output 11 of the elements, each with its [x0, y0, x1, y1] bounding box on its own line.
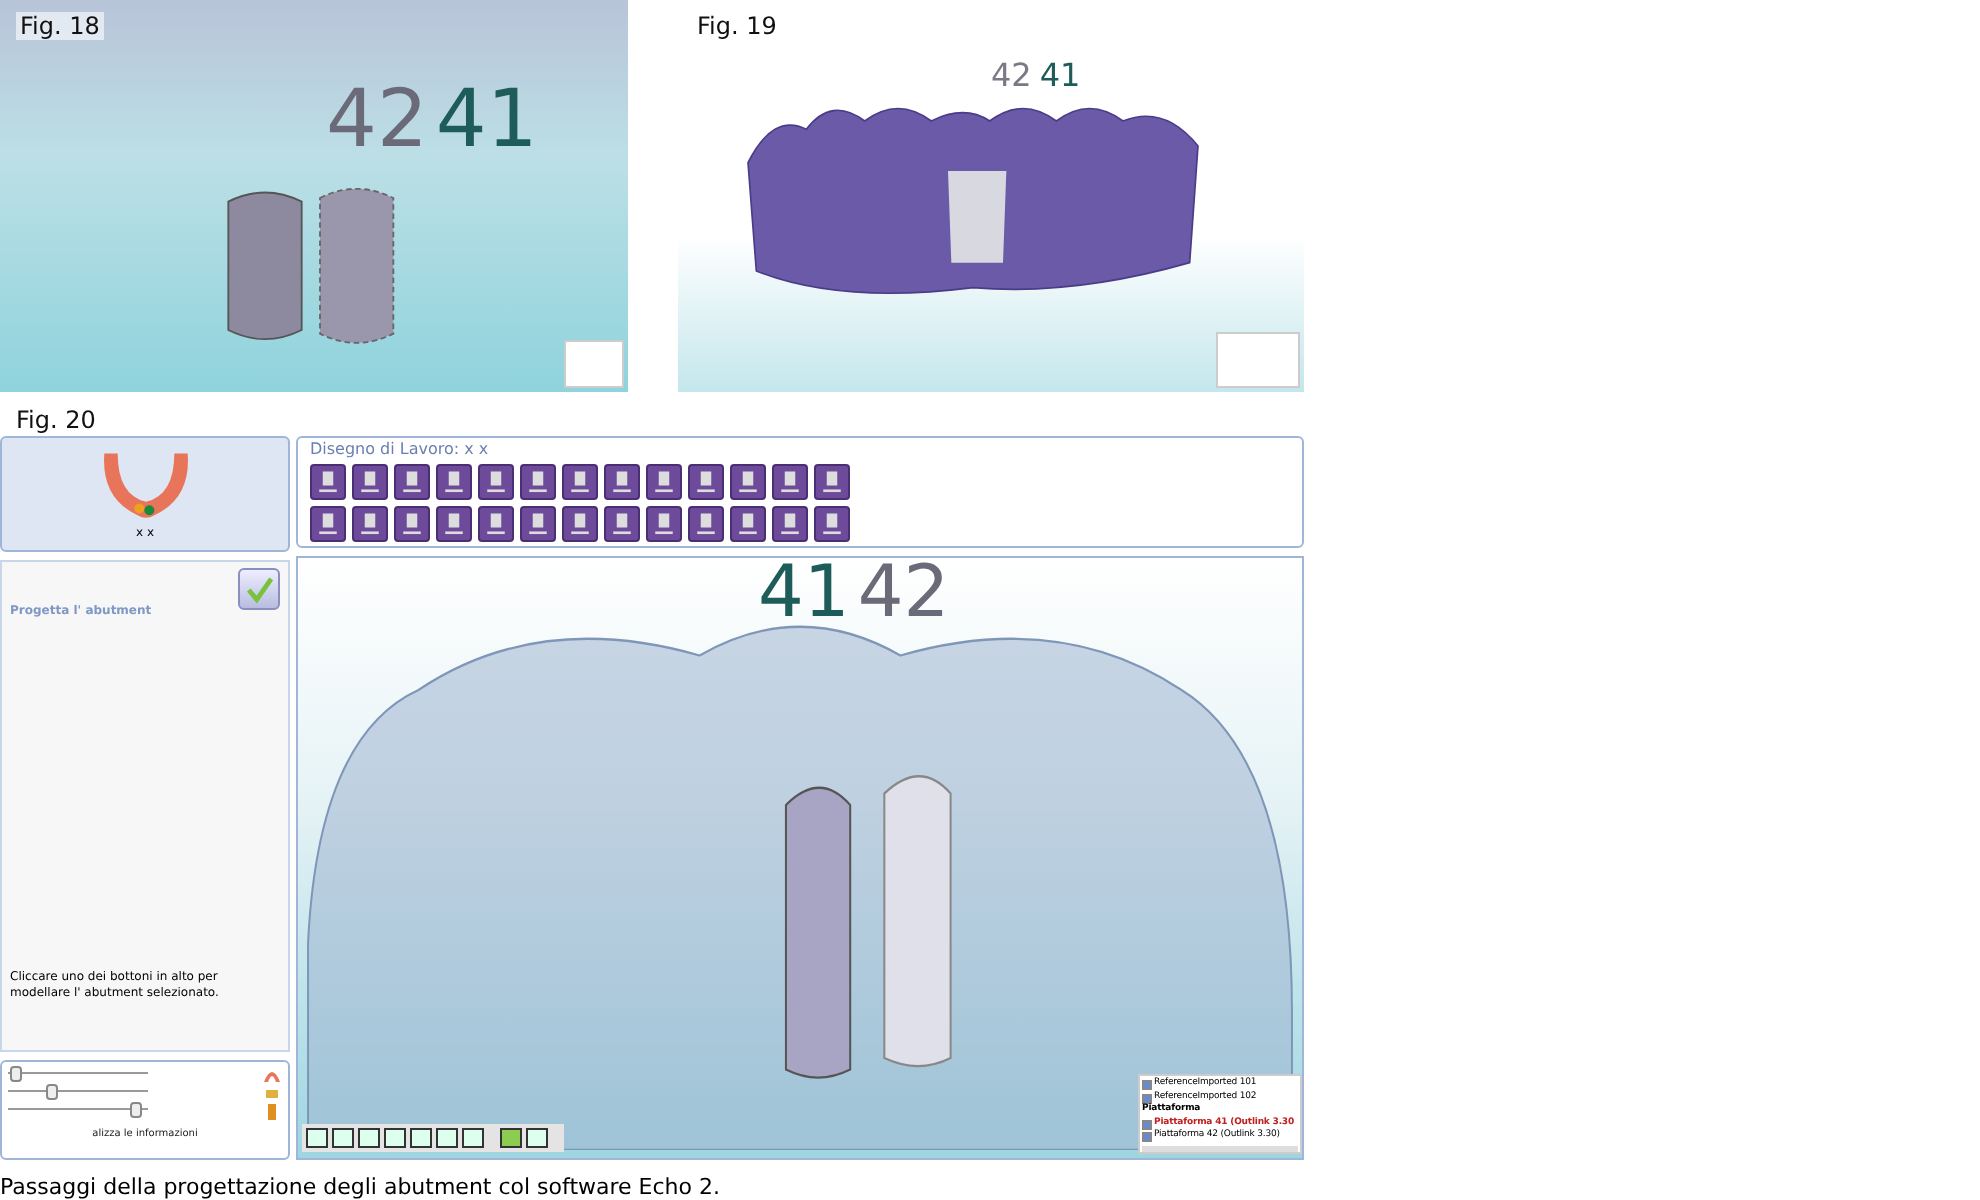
tooth-number: 41	[1039, 60, 1081, 92]
figure-label: Fig. 19	[693, 12, 781, 40]
figure-label: Fig. 18	[16, 12, 104, 40]
tooth-number: 41	[435, 80, 538, 160]
tooth-number: 41	[758, 558, 850, 630]
figure-caption: Passaggi della progettazione degli abutment col software Echo 2.	[0, 1174, 722, 1200]
tooth-number: 42	[991, 60, 1032, 92]
figure-label: Fig. 20	[16, 406, 98, 434]
work-title: Disegno di Lavoro: x x	[310, 440, 491, 458]
tooth-number: 42	[326, 80, 428, 160]
tooth-number: 42	[857, 558, 950, 630]
